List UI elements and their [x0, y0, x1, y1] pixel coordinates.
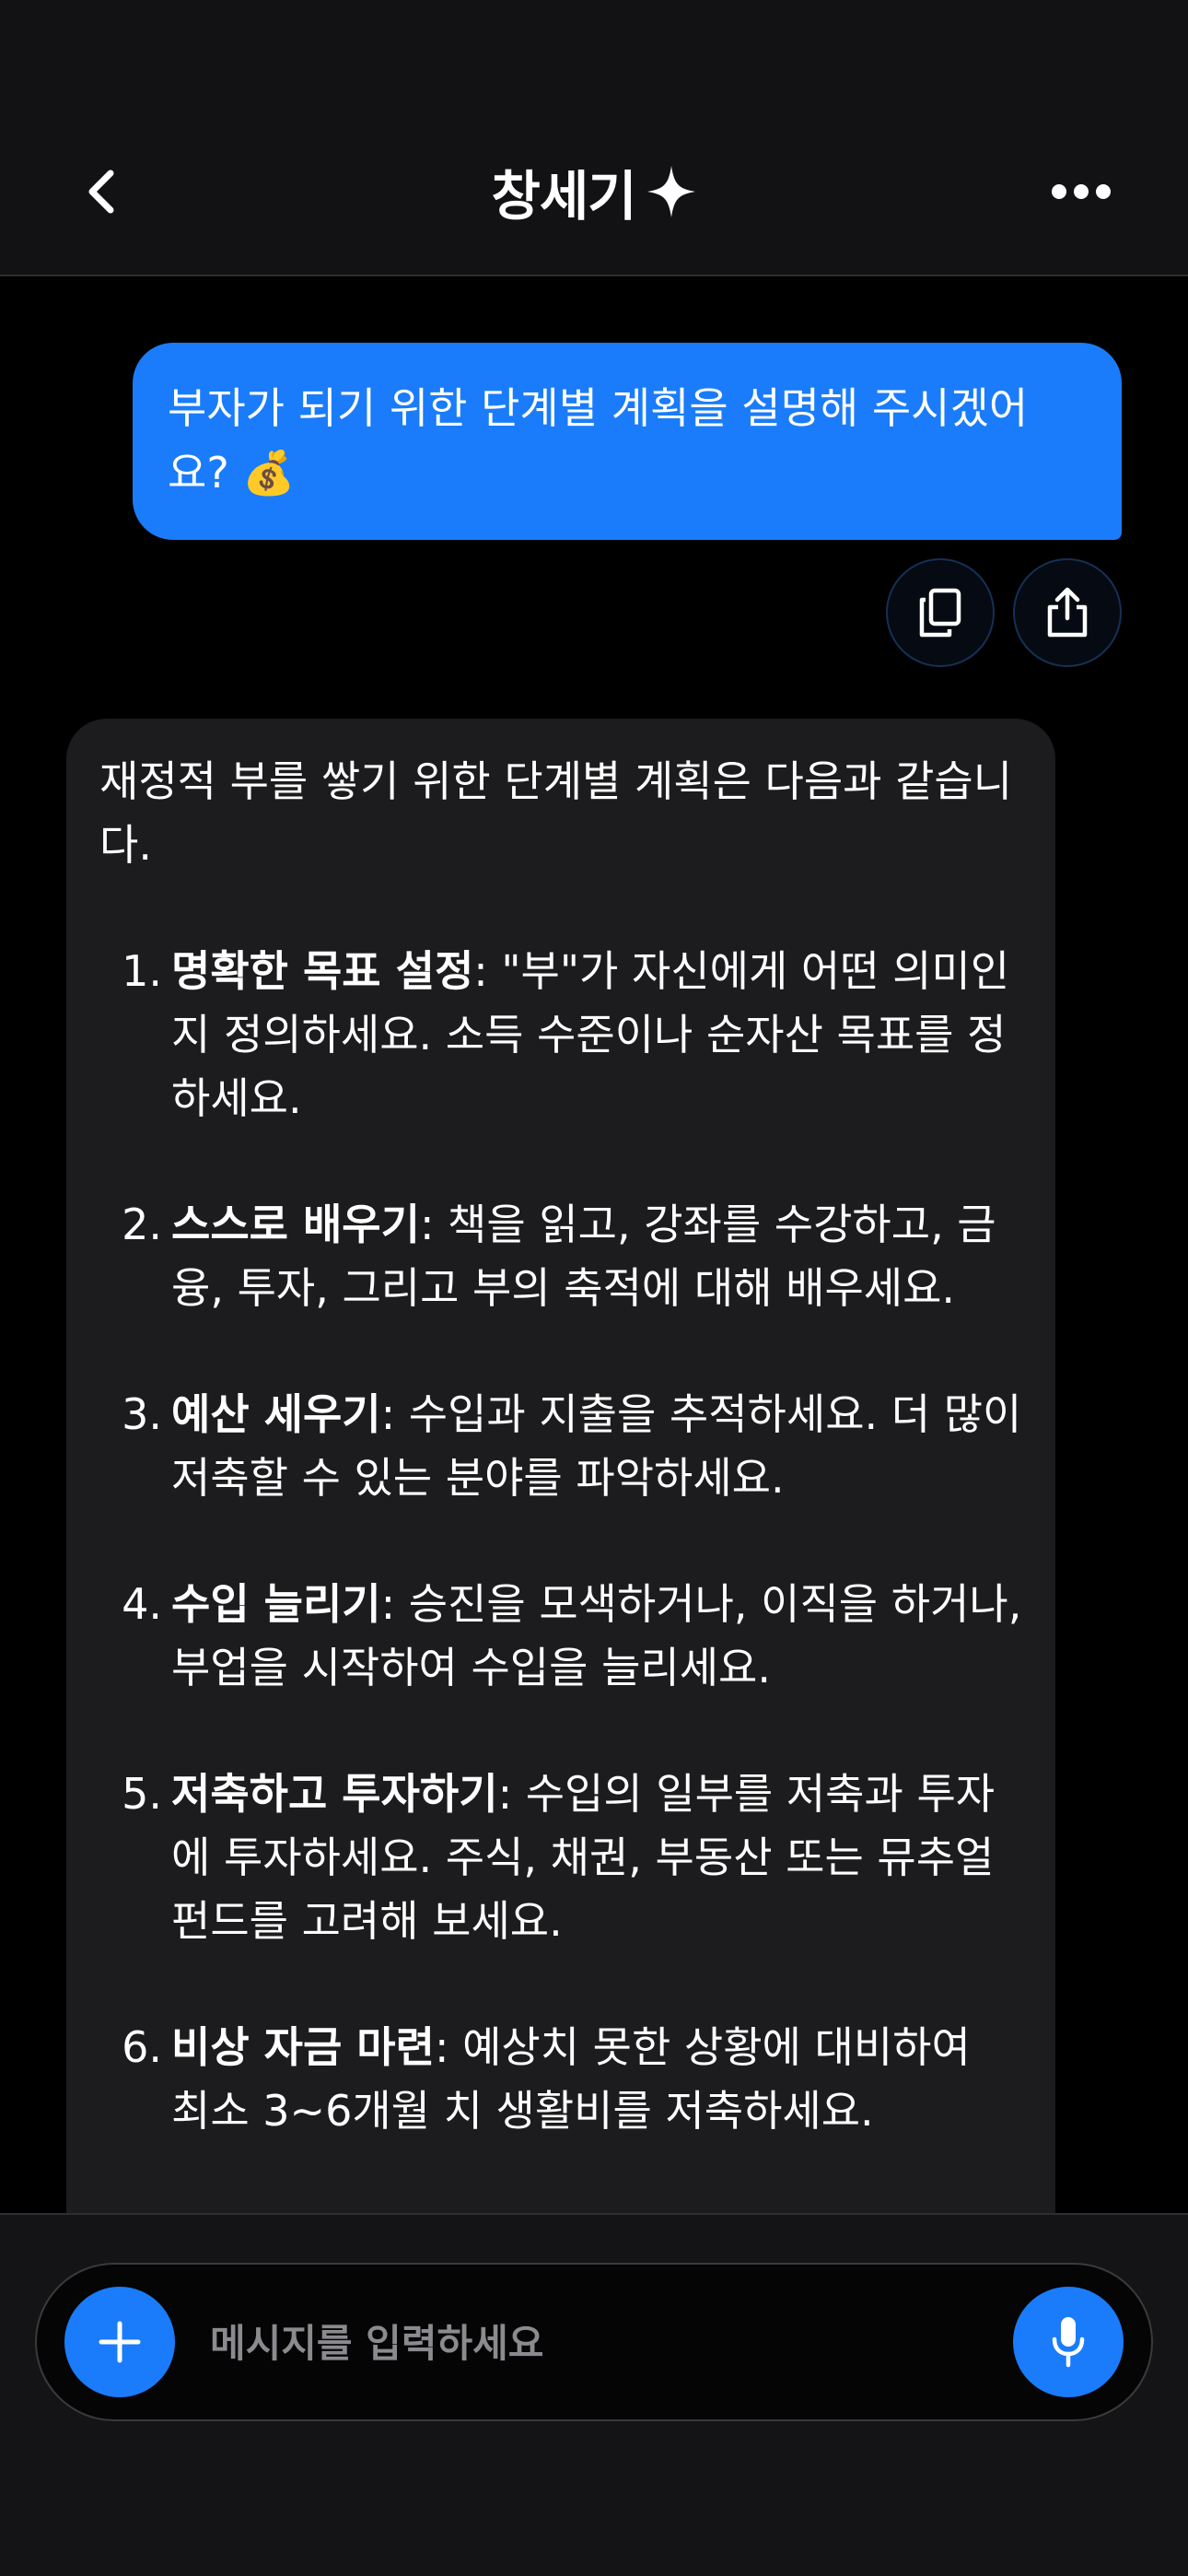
message-actions: [886, 558, 1122, 667]
step-title: 저축하고 투자하기: [171, 1769, 498, 1819]
user-message-text: 부자가 되기 위한 단계별 계획을 설명해 주시겠어요? 💰: [168, 383, 1029, 498]
share-button[interactable]: [1013, 558, 1122, 667]
list-item: 4. 수입 늘리기: 승진을 모색하거나, 이직을 하거나, 부업을 시작하여 …: [99, 1573, 1022, 1700]
step-title: 비상 자금 마련: [171, 2022, 435, 2072]
list-item: 6. 비상 자금 마련: 예상치 못한 상황에 대비하여 최소 3~6개월 치 …: [99, 2016, 1022, 2143]
voice-input-button[interactable]: [1013, 2287, 1124, 2397]
copy-button[interactable]: [886, 558, 995, 667]
page-title: 창세기: [491, 165, 636, 228]
step-title: 수입 늘리기: [171, 1579, 381, 1629]
step-number: 5.: [122, 1769, 162, 1819]
message-composer: [35, 2263, 1153, 2421]
plus-icon: [99, 2321, 141, 2363]
step-number: 1.: [122, 946, 162, 996]
list-item: 2. 스스로 배우기: 책을 읽고, 강좌를 수강하고, 금융, 투자, 그리고…: [99, 1193, 1022, 1320]
copy-icon: [919, 588, 961, 638]
share-icon: [1047, 587, 1088, 638]
user-message-bubble: 부자가 되기 위한 단계별 계획을 설명해 주시겠어요? 💰: [133, 343, 1122, 540]
step-number: 2.: [122, 1200, 162, 1249]
composer-area: [0, 2213, 1188, 2576]
steps-list: 1. 명확한 목표 설정: "부"가 자신에게 어떤 의미인지 정의하세요. 소…: [99, 940, 1022, 2143]
step-title: 명확한 목표 설정: [171, 946, 474, 996]
more-options-button[interactable]: [1037, 155, 1125, 228]
assistant-intro: 재정적 부를 쌓기 위한 단계별 계획은 다음과 같습니다.: [99, 756, 1013, 870]
step-number: 4.: [122, 1579, 162, 1629]
assistant-message-bubble: 재정적 부를 쌓기 위한 단계별 계획은 다음과 같습니다. 1. 명확한 목표…: [66, 719, 1055, 2248]
step-number: 3.: [122, 1389, 162, 1439]
microphone-icon: [1052, 2317, 1085, 2368]
attach-button[interactable]: [64, 2287, 175, 2397]
step-number: 6.: [122, 2022, 162, 2072]
chat-title: 창세기: [0, 155, 1188, 228]
ellipsis-icon: [1052, 184, 1111, 199]
sparkle-icon: [646, 164, 697, 219]
step-title: 스스로 배우기: [171, 1200, 420, 1249]
message-input[interactable]: [208, 2298, 949, 2388]
list-item: 3. 예산 세우기: 수입과 지출을 추적하세요. 더 많이 저축할 수 있는 …: [99, 1383, 1022, 1510]
step-title: 예산 세우기: [171, 1389, 381, 1439]
list-item: 1. 명확한 목표 설정: "부"가 자신에게 어떤 의미인지 정의하세요. 소…: [99, 940, 1022, 1130]
list-item: 5. 저축하고 투자하기: 수입의 일부를 저축과 투자에 투자하세요. 주식,…: [99, 1762, 1022, 1953]
top-bar: 창세기: [0, 0, 1188, 276]
